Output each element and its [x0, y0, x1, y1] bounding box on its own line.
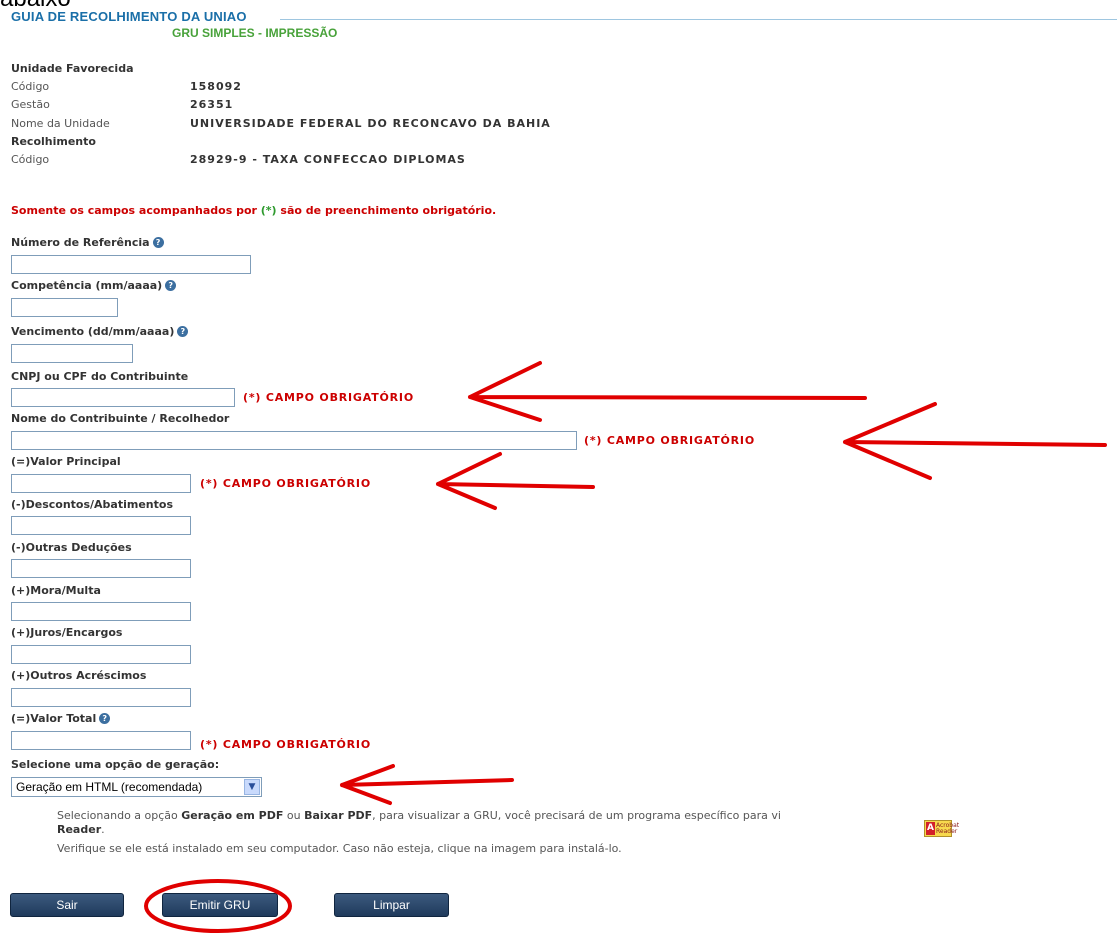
- mora-label: (+)Mora/Multa: [11, 584, 101, 597]
- info-reader: Reader: [57, 823, 102, 836]
- outros-acrescimos-label: (+)Outros Acréscimos: [11, 669, 147, 682]
- valor-principal-required: (*) CAMPO OBRIGATÓRIO: [200, 477, 371, 490]
- vencimento-input[interactable]: [11, 344, 133, 363]
- emitir-gru-button[interactable]: Emitir GRU: [162, 893, 278, 917]
- unidade-section-label: Unidade Favorecida: [11, 62, 134, 75]
- referencia-label-text: Número de Referência: [11, 236, 150, 249]
- nome-unidade-label: Nome da Unidade: [11, 117, 110, 130]
- nome-contribuinte-label: Nome do Contribuinte / Recolhedor: [11, 412, 230, 425]
- competencia-label-text: Competência (mm/aaaa): [11, 279, 163, 292]
- outras-deducoes-input[interactable]: [11, 559, 191, 578]
- recolhimento-section-label: Recolhimento: [11, 135, 96, 148]
- acrobat-reader-icon[interactable]: A Acrobat Reader: [924, 820, 959, 837]
- install-info-line: Verifique se ele está instalado em seu c…: [57, 842, 622, 855]
- info-period: .: [101, 823, 105, 836]
- geracao-select[interactable]: Geração em HTML (recomendada) ▼: [11, 777, 262, 797]
- cnpj-required: (*) CAMPO OBRIGATÓRIO: [243, 391, 414, 404]
- notice-after: são de preenchimento obrigatório.: [276, 204, 497, 217]
- cnpj-label: CNPJ ou CPF do Contribuinte: [11, 370, 189, 383]
- question-icon[interactable]: ?: [177, 326, 189, 337]
- mora-input[interactable]: [11, 602, 191, 621]
- vencimento-label: Vencimento (dd/mm/aaaa)?: [11, 325, 189, 338]
- page-subtitle: GRU SIMPLES - IMPRESSÃO: [172, 26, 338, 40]
- juros-label: (+)Juros/Encargos: [11, 626, 123, 639]
- recolhimento-codigo-label: Código: [11, 153, 50, 166]
- juros-input[interactable]: [11, 645, 191, 664]
- valor-total-input[interactable]: [11, 731, 191, 750]
- question-icon[interactable]: ?: [165, 280, 177, 291]
- cnpj-input[interactable]: [11, 388, 235, 407]
- valor-total-required: (*) CAMPO OBRIGATÓRIO: [200, 738, 371, 751]
- competencia-label: Competência (mm/aaaa)?: [11, 279, 177, 292]
- unidade-codigo-value: 158092: [190, 80, 242, 93]
- notice-star: (*): [260, 204, 277, 217]
- required-notice: Somente os campos acompanhados por (*) s…: [11, 204, 496, 217]
- vencimento-label-text: Vencimento (dd/mm/aaaa): [11, 325, 175, 338]
- limpar-button[interactable]: Limpar: [334, 893, 449, 917]
- question-icon[interactable]: ?: [152, 237, 164, 248]
- nome-contribuinte-input[interactable]: [11, 431, 577, 450]
- valor-total-label: (=)Valor Total?: [11, 712, 111, 725]
- info-text-c: ou: [283, 809, 305, 822]
- annotation-arrow-select: [340, 764, 514, 805]
- unidade-codigo-label: Código: [11, 80, 50, 93]
- geracao-label: Selecione uma opção de geração:: [11, 758, 220, 771]
- competencia-input[interactable]: [11, 298, 118, 317]
- outras-deducoes-label: (-)Outras Deduções: [11, 541, 132, 554]
- valor-principal-input[interactable]: [11, 474, 191, 493]
- nome-required: (*) CAMPO OBRIGATÓRIO: [584, 434, 755, 447]
- info-geracao-pdf: Geração em PDF: [181, 809, 284, 822]
- annotation-arrow-cnpj: [468, 361, 867, 422]
- page-title: GUIA DE RECOLHIMENTO DA UNIAO: [11, 9, 247, 24]
- question-icon[interactable]: ?: [99, 713, 111, 724]
- gestao-label: Gestão: [11, 98, 50, 111]
- pdf-info-line2: Reader.: [57, 823, 105, 836]
- header-divider: [280, 19, 1117, 20]
- acrobat-logo: A: [926, 822, 935, 835]
- referencia-label: Número de Referência?: [11, 236, 164, 249]
- annotation-arrow-valor-principal: [436, 452, 595, 510]
- nome-unidade-value: UNIVERSIDADE FEDERAL DO RECONCAVO DA BAH…: [190, 117, 551, 130]
- sair-button[interactable]: Sair: [10, 893, 124, 917]
- referencia-input[interactable]: [11, 255, 251, 274]
- info-baixar-pdf: Baixar PDF: [304, 809, 373, 822]
- recolhimento-codigo-value: 28929-9 - TAXA CONFECCAO DIPLOMAS: [190, 153, 466, 166]
- notice-before: Somente os campos acompanhados por: [11, 204, 261, 217]
- info-text-e: , para visualizar a GRU, você precisará …: [372, 809, 781, 822]
- info-text-a: Selecionando a opção: [57, 809, 182, 822]
- valor-principal-label: (=)Valor Principal: [11, 455, 121, 468]
- annotation-arrow-nome: [843, 402, 1107, 480]
- descontos-input[interactable]: [11, 516, 191, 535]
- gestao-value: 26351: [190, 98, 234, 111]
- chevron-down-icon[interactable]: ▼: [244, 779, 260, 795]
- valor-total-label-text: (=)Valor Total: [11, 712, 97, 725]
- geracao-selected-value: Geração em HTML (recomendada): [16, 780, 203, 794]
- outros-acrescimos-input[interactable]: [11, 688, 191, 707]
- acrobat-text: Acrobat Reader: [936, 822, 960, 835]
- pdf-info-line: Selecionando a opção Geração em PDF ou B…: [57, 809, 781, 822]
- descontos-label: (-)Descontos/Abatimentos: [11, 498, 174, 511]
